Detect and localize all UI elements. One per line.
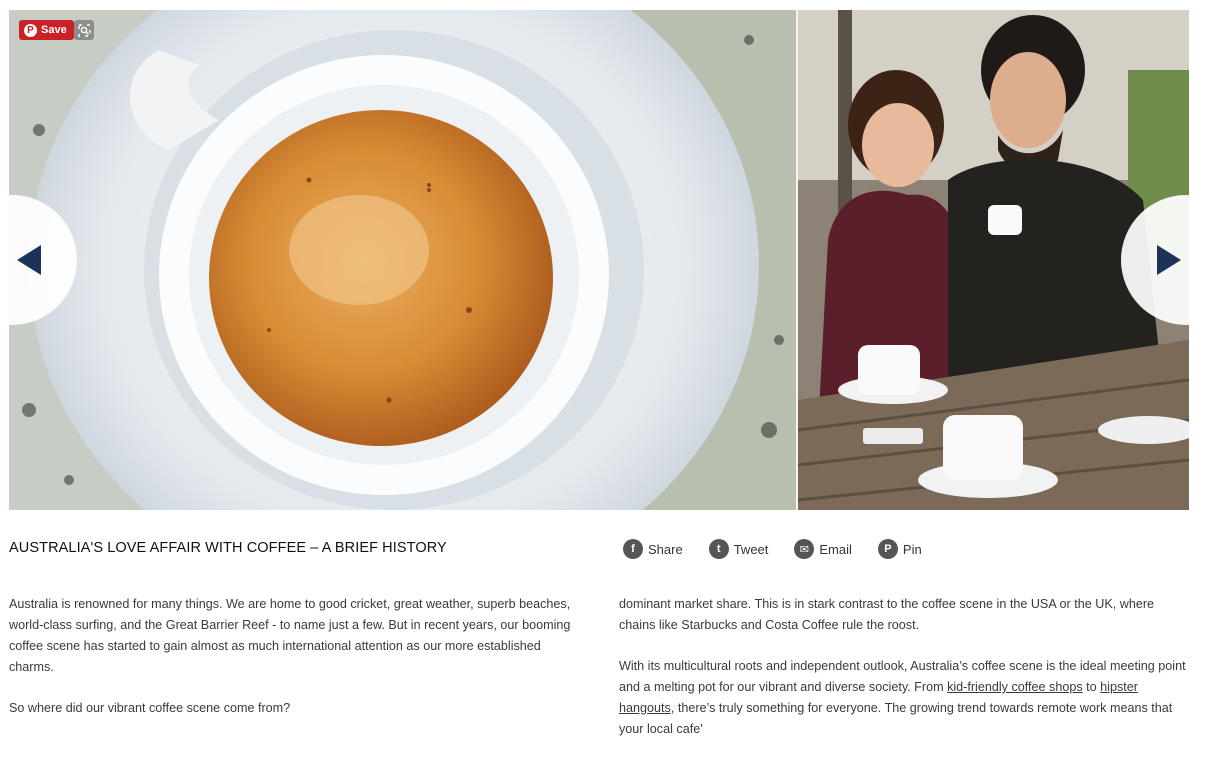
kid-friendly-coffee-shops-link[interactable]: kid-friendly coffee shops bbox=[947, 680, 1083, 694]
tweet-label: Tweet bbox=[733, 541, 769, 557]
pin-label: Pin bbox=[902, 541, 922, 557]
share-label: Share bbox=[648, 541, 683, 557]
visual-search-button[interactable] bbox=[74, 20, 94, 40]
share-bar: f Share t Tweet ✉ Email P Pin bbox=[623, 539, 922, 559]
article-paragraph: So where did our vibrant coffee scene co… bbox=[9, 701, 291, 715]
share-email-button[interactable]: ✉ Email bbox=[794, 539, 852, 559]
paragraph-text: , there’s truly something for everyone. … bbox=[619, 701, 1173, 736]
article-body-right: dominant market share. This is in stark … bbox=[619, 594, 1191, 760]
twitter-icon: t bbox=[708, 539, 729, 559]
pinterest-icon: P bbox=[24, 23, 37, 37]
email-icon: ✉ bbox=[794, 539, 815, 559]
pinterest-save-label: Save bbox=[41, 24, 67, 36]
chevron-right-icon bbox=[1157, 245, 1181, 275]
lens-icon bbox=[77, 23, 91, 37]
article-paragraph: dominant market share. This is in stark … bbox=[619, 597, 1155, 632]
pinterest-save-button[interactable]: P Save bbox=[19, 20, 74, 40]
image-carousel: P Save bbox=[9, 10, 1189, 510]
article-body-left: Australia is renowned for many things. W… bbox=[9, 594, 575, 739]
article-paragraph: With its multicultural roots and indepen… bbox=[619, 656, 1191, 740]
share-twitter-button[interactable]: t Tweet bbox=[708, 539, 769, 559]
article-paragraph: Australia is renowned for many things. W… bbox=[9, 597, 571, 674]
share-pinterest-button[interactable]: P Pin bbox=[877, 539, 922, 559]
email-label: Email bbox=[819, 541, 852, 557]
paragraph-text: to bbox=[1082, 680, 1101, 694]
coffee-cup-photo bbox=[9, 10, 796, 510]
article-title: AUSTRALIA'S LOVE AFFAIR WITH COFFEE – A … bbox=[9, 540, 447, 556]
facebook-icon: f bbox=[623, 539, 643, 559]
pinterest-icon: P bbox=[877, 539, 898, 559]
chevron-left-icon bbox=[17, 245, 41, 275]
share-facebook-button[interactable]: f Share bbox=[623, 539, 683, 559]
